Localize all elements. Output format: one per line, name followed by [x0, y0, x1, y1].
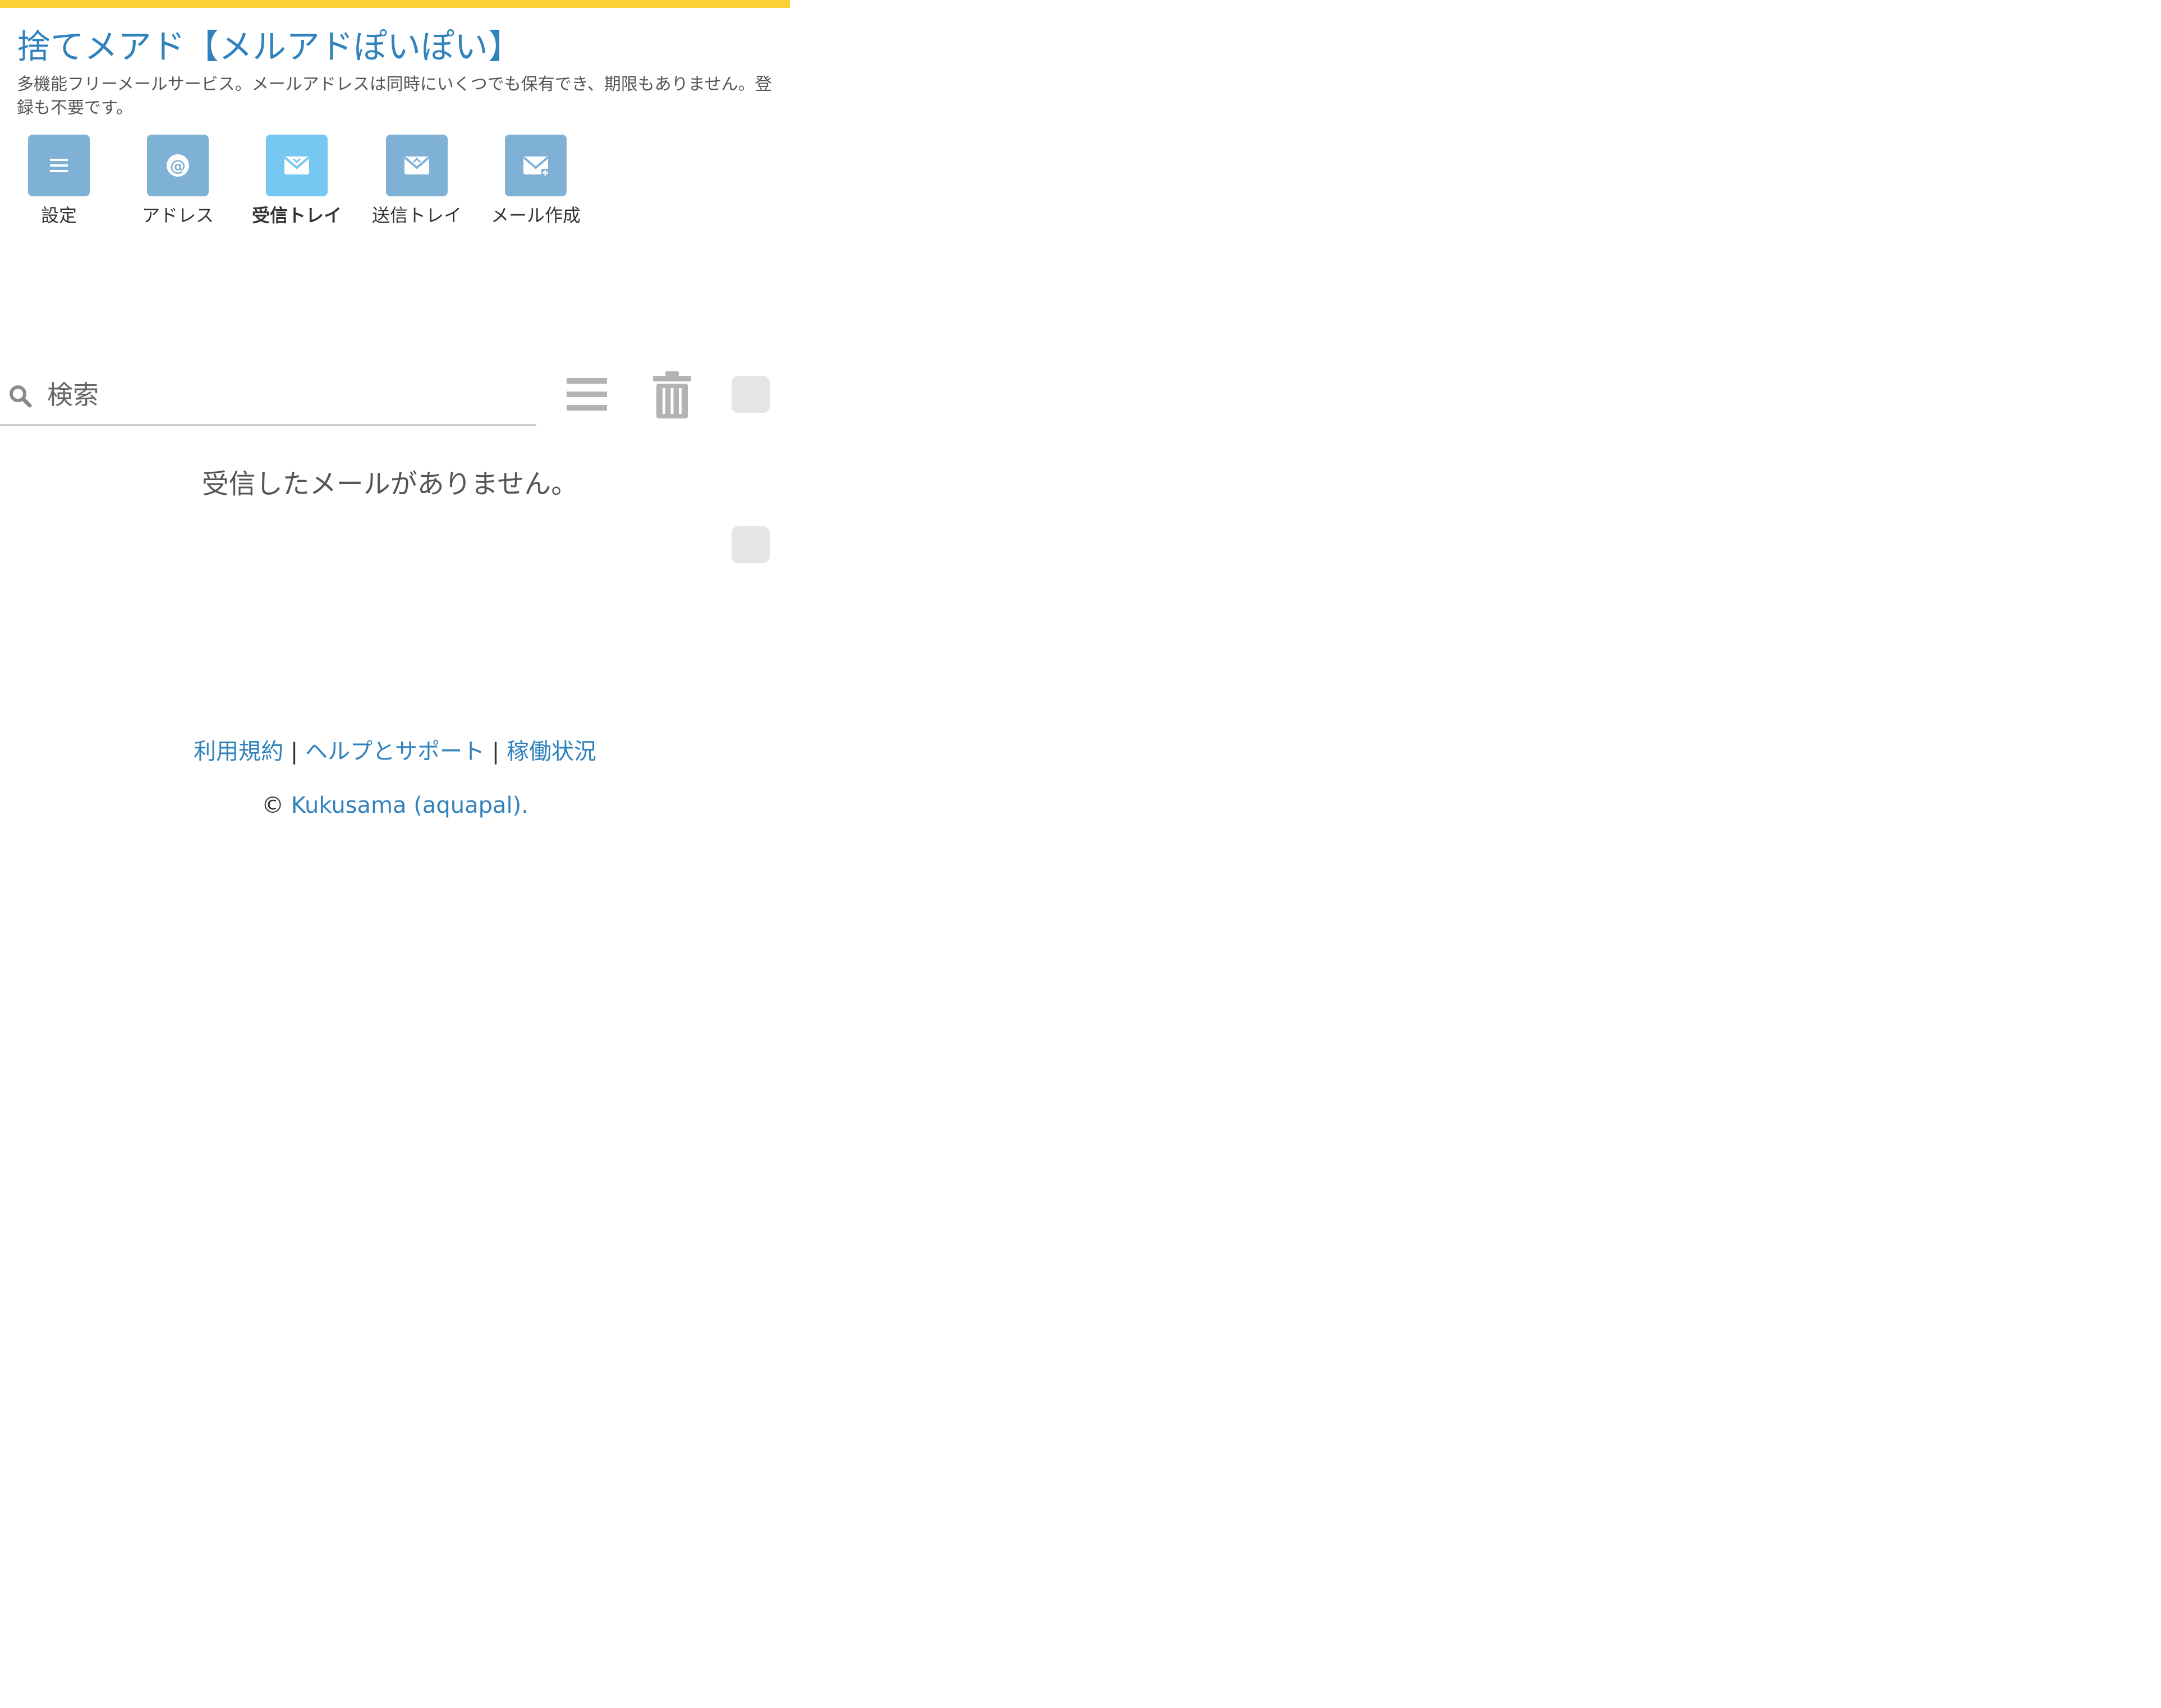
footer-separator: |: [290, 739, 298, 765]
help-support-link[interactable]: ヘルプとサポート: [305, 739, 485, 765]
author-link[interactable]: Kukusama (aquapal).: [291, 793, 528, 818]
top-accent-bar: [0, 0, 790, 8]
svg-text:@: @: [170, 156, 186, 175]
trash-icon: [653, 371, 691, 418]
nav-item-label: アドレス: [141, 205, 214, 226]
footer-separator: |: [491, 739, 500, 765]
bottom-checkbox[interactable]: [732, 526, 770, 563]
search-bar: [0, 365, 536, 426]
footer: 利用規約 | ヘルプとサポート | 稼働状況 © Kukusama (aquap…: [0, 735, 790, 822]
compose-envelope-icon: [505, 135, 567, 196]
status-link[interactable]: 稼働状況: [507, 739, 596, 765]
nav-item-label: 設定: [40, 205, 77, 226]
terms-link[interactable]: 利用規約: [194, 739, 283, 765]
search-input[interactable]: [46, 374, 531, 416]
select-all-checkbox[interactable]: [732, 376, 770, 413]
at-sign-icon: @: [147, 135, 209, 196]
menu-icon: [28, 135, 90, 196]
site-header: 捨てメアド【メルアドぽいぽい】 多機能フリーメールサービス。メールアドレスは同時…: [17, 25, 785, 120]
list-menu-icon: [567, 378, 607, 411]
nav-item-label: 受信トレイ: [251, 205, 342, 226]
footer-links: 利用規約 | ヘルプとサポート | 稼働状況: [0, 735, 790, 768]
mail-toolbar: [0, 365, 790, 426]
list-menu-button[interactable]: [565, 370, 608, 418]
nav-item-settings[interactable]: 設定: [11, 135, 107, 227]
nav-item-inbox[interactable]: 受信トレイ: [249, 135, 344, 227]
nav-item-label: 送信トレイ: [371, 205, 462, 226]
site-title-link[interactable]: 捨てメアド【メルアドぽいぽい】: [17, 25, 785, 70]
empty-inbox-message: 受信したメールがありません。: [201, 468, 578, 500]
site-description: 多機能フリーメールサービス。メールアドレスは同時にいくつでも保有でき、期限もあり…: [17, 75, 772, 118]
search-icon: [10, 385, 32, 408]
copyright-symbol: ©: [261, 793, 284, 818]
nav-item-label: メール作成: [490, 205, 581, 226]
nav-item-outbox[interactable]: 送信トレイ: [369, 135, 465, 227]
delete-button[interactable]: [651, 370, 693, 421]
nav-item-address[interactable]: @ アドレス: [130, 135, 226, 227]
nav-item-compose[interactable]: メール作成: [488, 135, 583, 227]
inbox-envelope-icon: [266, 135, 328, 196]
copyright: © Kukusama (aquapal).: [0, 789, 790, 822]
outbox-envelope-icon: [386, 135, 448, 196]
